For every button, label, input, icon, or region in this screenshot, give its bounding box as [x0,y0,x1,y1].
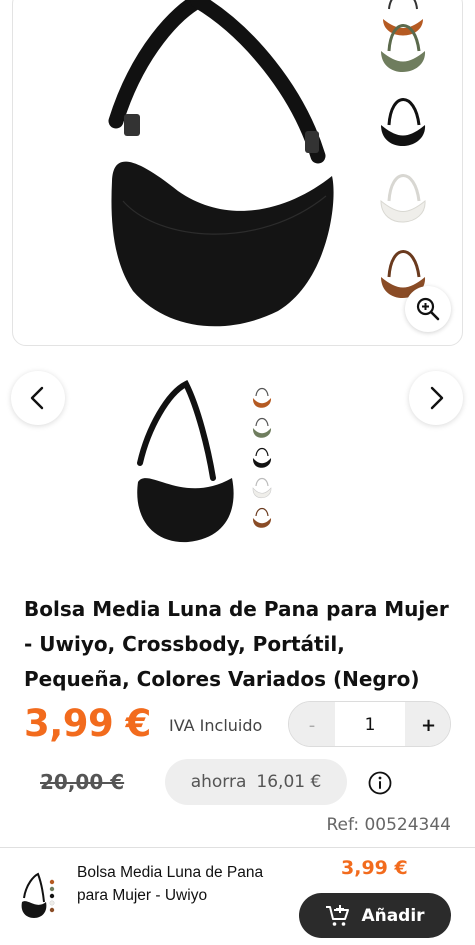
quantity-stepper: - 1 + [288,701,451,747]
bottom-bar-thumbnail [21,872,55,918]
sticky-cart-bar: Bolsa Media Luna de Pana para Mujer - Uw… [0,847,475,945]
bottom-bar-product-name: Bolsa Media Luna de Pana para Mujer - Uw… [77,864,264,904]
quantity-increase-button[interactable]: + [405,702,450,746]
old-price: 20,00 € [40,770,125,794]
quantity-value[interactable]: 1 [335,702,405,746]
product-title: Bolsa Media Luna de Pana para Mujer - Uw… [24,597,449,691]
swatch-white[interactable] [373,159,433,235]
main-product-image[interactable] [12,0,463,346]
savings-value: 16,01 € [256,772,322,792]
chevron-right-icon [430,386,444,410]
add-to-cart-button[interactable]: Añadir [299,893,451,938]
cart-add-icon [326,904,350,926]
swatch-black[interactable] [373,83,433,159]
carousel-next-button[interactable] [409,371,463,425]
info-icon[interactable] [368,771,392,795]
product-price: 3,99 € [24,702,151,745]
zoom-in-icon [416,297,440,321]
carousel-prev-button[interactable] [11,371,65,425]
add-to-cart-label: Añadir [361,905,425,926]
bag-black-large [108,0,334,327]
quantity-decrease-button[interactable]: - [289,702,335,746]
tax-note: IVA Incluido [169,716,263,735]
product-reference: Ref: 00524344 [326,815,451,835]
swatch-green[interactable] [373,9,433,85]
savings-badge: ahorra 16,01 € [165,759,347,805]
zoom-button[interactable] [405,286,451,332]
bottom-bar-price: 3,99 € [341,857,408,879]
carousel-thumbnail[interactable] [128,378,288,548]
chevron-left-icon [30,386,44,410]
savings-label: ahorra [190,772,247,792]
